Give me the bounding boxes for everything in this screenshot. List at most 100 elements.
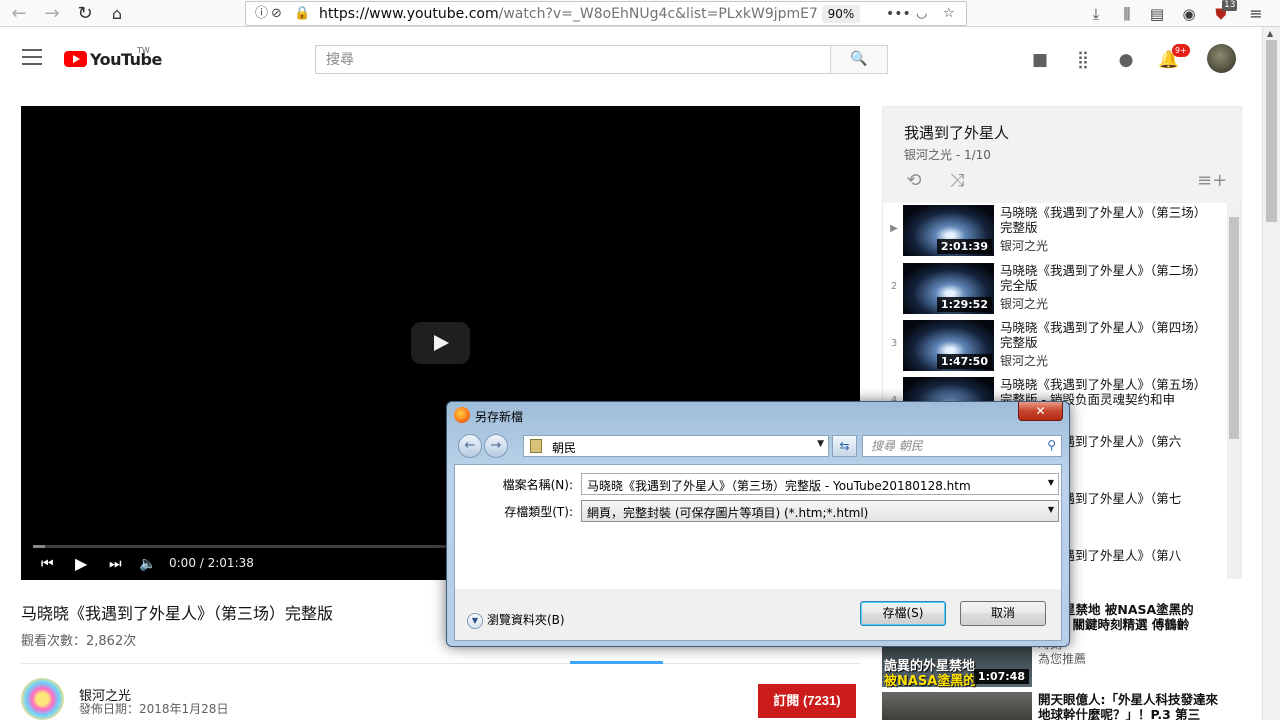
recommended-title[interactable]: 開天眼億人:「外星人科技發達來地球幹什麼呢？」！P.3 第三 <box>1038 692 1218 720</box>
account-icon[interactable]: ◉ <box>1178 3 1200 25</box>
next-icon[interactable]: ⏭ <box>109 555 122 573</box>
page-scrollbar-thumb[interactable] <box>1266 40 1277 222</box>
info-icon[interactable]: ⓘ <box>255 6 268 22</box>
play-icon[interactable]: ▶ <box>75 555 87 573</box>
file-type-select[interactable]: 網頁，完整封裝 (可保存圖片等項目) (*.htm;*.html) ▼ <box>581 500 1059 522</box>
zoom-level[interactable]: 90% <box>822 5 860 23</box>
path-breadcrumb[interactable]: 朝民 ▼ <box>523 435 829 457</box>
back-arrow-icon[interactable]: ← <box>458 434 482 458</box>
recommended-thumbnail[interactable] <box>882 692 1032 720</box>
save-playlist-icon[interactable]: ≡+ <box>1197 169 1227 193</box>
lock-icon[interactable]: 🔒 <box>294 6 310 22</box>
thumbnail-caption-2: 被NASA塗黑的 <box>884 674 977 689</box>
shuffle-icon[interactable]: ⤨ <box>945 169 969 193</box>
browse-folders-toggle[interactable]: ▼ 瀏覽資料夾(B) <box>467 611 565 629</box>
downloads-icon[interactable]: ⤓ <box>1085 3 1107 25</box>
page-scrollbar[interactable]: ▲ <box>1262 27 1280 720</box>
extension-badge: 13 <box>1222 0 1238 11</box>
playlist-item-index: 2 <box>890 281 898 292</box>
url-path: /watch?v=_W8oEhNUg4c&list=PLxkW9jpmE7 <box>498 6 818 22</box>
playlist-item-title[interactable]: 马晓晓《我遇到了外星人》（第四场）完整版 <box>1000 321 1218 350</box>
refresh-icon[interactable]: ⇆ <box>832 435 857 457</box>
playlist-scrollbar-thumb[interactable] <box>1229 217 1239 439</box>
like-ratio-bar <box>570 661 663 664</box>
scroll-up-icon[interactable]: ▲ <box>1267 29 1273 38</box>
playlist-item-channel: 银河之光 <box>1000 297 1049 311</box>
previous-icon[interactable]: ⏮ <box>41 555 54 573</box>
close-button[interactable]: ✕ <box>1018 402 1063 421</box>
dialog-search-box: ⚲ <box>862 435 1062 457</box>
playlist-item[interactable]: ▶ 2:01:39 马晓晓《我遇到了外星人》（第三场）完整版 银河之光 <box>883 203 1227 260</box>
recommended-reason: 為您推薦 <box>1038 652 1087 666</box>
volume-icon[interactable]: 🔈 <box>139 555 156 573</box>
publish-date: 發佈日期：2018年1月28日 <box>79 702 229 716</box>
playlist-item[interactable]: 2 1:29:52 马晓晓《我遇到了外星人》（第二场）完全版 银河之光 <box>883 261 1227 318</box>
library-icon[interactable]: ⫼ <box>1116 3 1138 25</box>
playlist-scrollbar[interactable] <box>1227 203 1241 579</box>
chevron-down-icon[interactable]: ▼ <box>817 439 824 449</box>
forward-arrow-icon[interactable]: → <box>484 434 508 458</box>
big-play-button[interactable] <box>411 322 470 364</box>
apps-grid-icon[interactable]: ⣿ <box>1072 49 1094 71</box>
firefox-icon <box>454 407 470 423</box>
chevron-down-icon[interactable]: ▼ <box>1048 478 1054 487</box>
user-avatar[interactable] <box>1207 44 1236 73</box>
search-input[interactable] <box>316 46 830 73</box>
channel-avatar[interactable] <box>21 678 64 720</box>
playlist-item-title[interactable]: 马晓晓《我遇到了外星人》（第二场）完全版 <box>1000 264 1218 293</box>
file-type-label: 存檔類型(T): <box>504 505 573 519</box>
folder-icon <box>530 439 542 453</box>
dialog-body: 檔案名稱(N): 马晓晓《我遇到了外星人》（第三场）完整版 - YouTube2… <box>454 464 1062 641</box>
dialog-title: 另存新檔 <box>475 410 524 424</box>
youtube-play-logo-icon <box>64 51 87 67</box>
save-button[interactable]: 存檔(S) <box>860 601 946 626</box>
duration-badge: 1:47:50 <box>936 354 992 369</box>
dialog-search-input[interactable] <box>863 436 1033 456</box>
progress-loaded <box>33 545 45 548</box>
loop-icon[interactable]: ⟲ <box>902 169 926 193</box>
upload-video-icon[interactable]: ■ <box>1029 49 1051 71</box>
playlist-item-title[interactable]: 马晓晓《我遇到了外星人》（第三场）完整版 <box>1000 206 1218 235</box>
back-icon[interactable]: ← <box>8 3 30 25</box>
playlist-item-index: 3 <box>890 338 898 349</box>
cancel-button[interactable]: 取消 <box>960 601 1046 626</box>
search-button[interactable]: 🔍 <box>830 45 888 74</box>
guide-menu-icon[interactable] <box>22 49 42 65</box>
search-icon[interactable]: ⚲ <box>1047 438 1056 452</box>
messages-icon[interactable]: ● <box>1115 49 1137 71</box>
dialog-navigation: ← → 朝民 ▼ ⇆ ⚲ <box>455 433 1062 460</box>
browse-folders-label: 瀏覽資料夾(B) <box>487 613 565 627</box>
forward-icon[interactable]: → <box>41 3 63 25</box>
playlist-thumbnail[interactable]: 1:29:52 <box>903 263 994 314</box>
time-display: 0:00 / 2:01:38 <box>169 556 254 570</box>
playlist-title[interactable]: 我遇到了外星人 <box>904 122 1009 143</box>
url-host: https://www.youtube.com <box>319 6 499 22</box>
path-crumb[interactable]: 朝民 <box>552 439 576 456</box>
logo-text: YouTube <box>90 50 162 69</box>
playlist-thumbnail[interactable]: 2:01:39 <box>903 205 994 256</box>
filename-field[interactable]: 马晓晓《我遇到了外星人》（第三场）完整版 - YouTube20180128.h… <box>581 473 1059 495</box>
duration-badge: 1:07:48 <box>973 669 1029 684</box>
playlist-item-channel: 银河之光 <box>1000 354 1049 368</box>
filename-label: 檔案名稱(N): <box>502 478 573 492</box>
home-icon[interactable]: ⌂ <box>106 3 128 25</box>
autoplay-blocked-icon[interactable]: ⊘ <box>271 6 282 22</box>
bookmark-star-icon[interactable]: ☆ <box>943 6 955 22</box>
reload-icon[interactable]: ↻ <box>74 3 96 25</box>
subscribe-button[interactable]: 訂閱 (7231) <box>758 684 856 718</box>
playlist-thumbnail[interactable]: 1:47:50 <box>903 320 994 371</box>
chevron-down-icon[interactable]: ▼ <box>1048 505 1054 514</box>
url-text[interactable]: https://www.youtube.com/watch?v=_W8oEhNU… <box>319 6 819 22</box>
url-bar[interactable]: ⓘ ⊘ 🔒 https://www.youtube.com/watch?v=_W… <box>245 1 967 26</box>
pocket-icon[interactable]: ◡ <box>916 6 927 22</box>
filename-value[interactable]: 马晓晓《我遇到了外星人》（第三场）完整版 - YouTube20180128.h… <box>587 477 1042 494</box>
playlist-subtitle[interactable]: 银河之光 - 1/10 <box>904 146 991 163</box>
logo-region: TW <box>137 46 150 55</box>
sidebar-icon[interactable]: ▤ <box>1146 3 1168 25</box>
search-box <box>315 45 831 74</box>
page-actions-icon[interactable]: ••• <box>886 6 911 22</box>
menu-hamburger-icon[interactable]: ≡ <box>1245 3 1267 25</box>
dialog-titlebar[interactable]: 另存新檔 ✕ <box>447 402 1069 430</box>
playlist-item[interactable]: 3 1:47:50 马晓晓《我遇到了外星人》（第四场）完整版 银河之光 <box>883 318 1227 375</box>
duration-badge: 2:01:39 <box>936 239 992 254</box>
